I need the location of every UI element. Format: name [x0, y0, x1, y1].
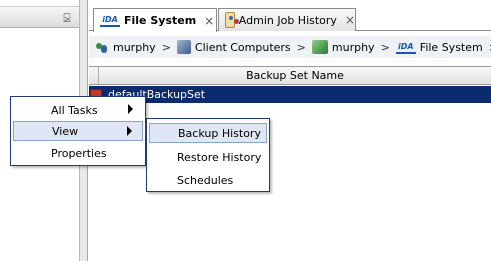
tab-admin-job-history[interactable]: Admin Job History ×	[218, 8, 356, 31]
column-header-backup-set-name[interactable]: Backup Set Name	[99, 69, 491, 82]
breadcrumb-item-client-computers[interactable]: Client Computers	[176, 40, 291, 54]
menu-item-restore-history[interactable]: Restore History	[149, 147, 267, 167]
grid-header-spacer	[89, 67, 99, 84]
client-computers-icon	[176, 40, 191, 54]
close-icon[interactable]: ×	[345, 13, 355, 27]
menu-item-all-tasks[interactable]: All Tasks	[13, 100, 143, 120]
grid-header: Backup Set Name	[89, 66, 491, 85]
breadcrumb-separator: >	[296, 40, 306, 54]
menu-item-properties[interactable]: Properties	[13, 143, 143, 163]
breadcrumb-item-murphy[interactable]: murphy	[95, 41, 156, 54]
breadcrumb-item-file-system[interactable]: iDA File System	[395, 40, 483, 54]
client-icon	[311, 40, 328, 54]
table-row[interactable]: defaultBackupSet	[89, 86, 491, 103]
breadcrumb-label: murphy	[331, 40, 375, 54]
tab-strip: iDA File System × Admin Job History ×	[89, 8, 491, 32]
breadcrumb-separator: >	[380, 40, 390, 54]
users-icon	[95, 41, 109, 54]
menu-item-backup-history[interactable]: Backup History	[149, 123, 267, 143]
breadcrumb: murphy > Client Computers > murphy > iDA…	[89, 36, 491, 58]
menu-item-label: Restore History	[177, 150, 262, 164]
tab-label: File System	[124, 14, 197, 27]
submenu-arrow-icon	[128, 104, 133, 114]
breadcrumb-item-client[interactable]: murphy	[311, 40, 375, 54]
context-menu: All Tasks View Properties	[10, 96, 146, 166]
view-submenu: Backup History Restore History Schedules	[146, 118, 270, 192]
ida-icon: iDA	[395, 41, 416, 54]
pin-icon[interactable]: ⍄	[61, 11, 73, 25]
submenu-arrow-icon	[127, 126, 132, 136]
menu-item-label: View	[52, 124, 79, 138]
menu-item-schedules[interactable]: Schedules	[149, 170, 267, 190]
menu-item-view[interactable]: View	[13, 121, 143, 141]
tab-file-system[interactable]: iDA File System ×	[93, 8, 217, 32]
ida-icon: iDA	[100, 14, 120, 27]
close-icon[interactable]: ×	[204, 14, 214, 28]
left-pane-header: ⍄	[0, 6, 79, 28]
breadcrumb-label: Client Computers	[194, 40, 291, 54]
menu-item-label: Backup History	[178, 126, 261, 140]
menu-item-label: All Tasks	[51, 103, 98, 117]
breadcrumb-label: File System	[419, 40, 483, 54]
breadcrumb-separator: >	[161, 40, 171, 54]
breadcrumb-label: murphy	[113, 40, 156, 54]
admin-job-icon	[225, 12, 239, 28]
tab-label: Admin Job History	[238, 13, 337, 27]
menu-item-label: Properties	[51, 146, 107, 160]
menu-item-label: Schedules	[177, 173, 234, 187]
